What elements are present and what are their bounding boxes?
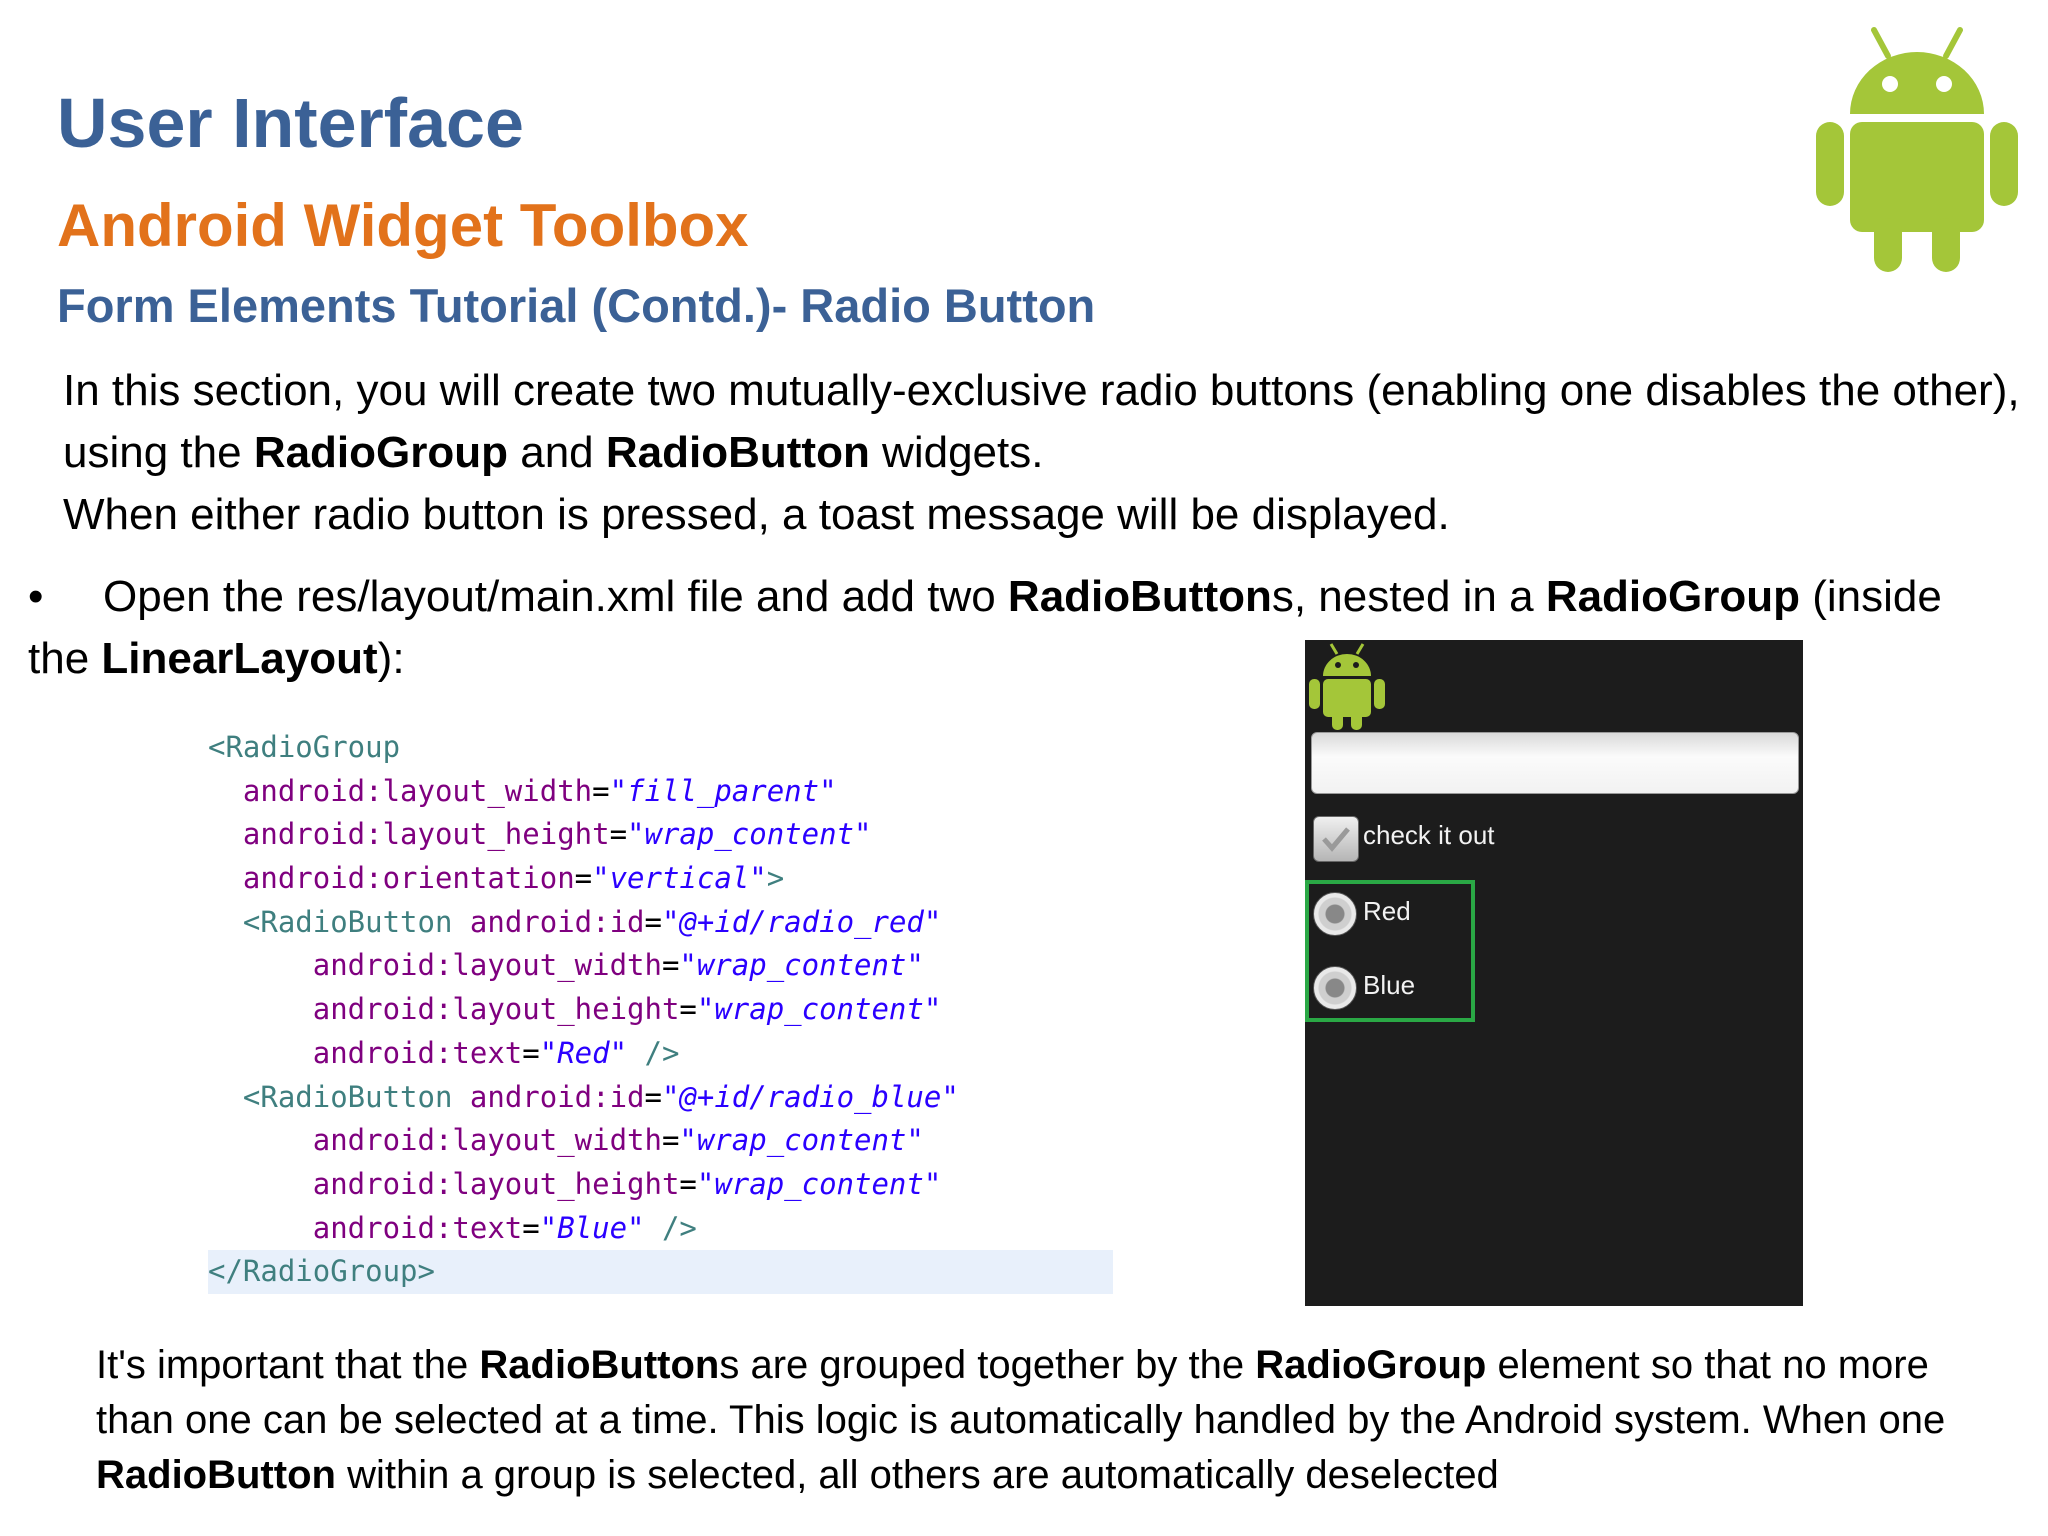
- code-tag: <RadioButton: [208, 904, 453, 939]
- code-attr: android:text: [208, 1035, 523, 1070]
- bullet-bold-linearlayout: LinearLayout: [101, 634, 378, 683]
- code-line: android:layout_width="fill_parent": [208, 770, 1118, 814]
- code-value: "Red": [539, 1035, 628, 1070]
- page-title: User Interface: [57, 84, 524, 162]
- code-attr: android:layout_height: [208, 817, 610, 852]
- code-line: <RadioButton android:id="@+id/radio_red": [208, 901, 1118, 945]
- android-robot-icon: [1816, 27, 2018, 272]
- text-input-field[interactable]: [1311, 732, 1799, 794]
- footer-text-e: within a group is selected, all others a…: [335, 1453, 1499, 1497]
- code-eq: =: [644, 1079, 662, 1114]
- code-value: "@+id/radio_blue": [661, 1079, 959, 1114]
- code-line: android:orientation="vertical">: [208, 857, 1118, 901]
- code-eq: =: [522, 1210, 540, 1245]
- android-app-icon: [1309, 643, 1385, 730]
- code-value: "vertical": [592, 861, 767, 896]
- code-line: <RadioGroup: [208, 726, 1118, 770]
- code-attr: android:id: [452, 1079, 645, 1114]
- code-eq: =: [644, 904, 662, 939]
- intro-text: In this section, you will create two mut…: [63, 360, 2043, 546]
- intro-bold-radiogroup: RadioGroup: [253, 428, 509, 477]
- code-eq: =: [679, 1166, 697, 1201]
- footer-text: It's important that the RadioButtons are…: [96, 1338, 1996, 1503]
- footer-bold-radiogroup: RadioGroup: [1255, 1343, 1487, 1387]
- intro-paragraph: In this section, you will create two mut…: [63, 360, 2043, 484]
- xml-code-block: <RadioGroup android:layout_width="fill_p…: [208, 726, 1118, 1294]
- code-attr: android:layout_height: [208, 1166, 680, 1201]
- check-icon: [1322, 827, 1350, 852]
- code-value: "Blue": [539, 1210, 645, 1245]
- page-subtitle: Android Widget Toolbox: [57, 192, 749, 259]
- code-line: android:layout_height="wrap_content": [208, 988, 1118, 1032]
- intro-bold-radiobutton: RadioButton: [605, 428, 870, 477]
- phone-screenshot: check it out Red Blue: [1305, 640, 1803, 1306]
- code-attr: android:id: [452, 904, 645, 939]
- code-tag: </RadioGroup>: [208, 1254, 435, 1289]
- intro-text-c: and: [508, 428, 606, 477]
- code-value: "wrap_content": [696, 992, 942, 1027]
- bullet-symbol: •: [28, 572, 44, 621]
- radio-button-blue[interactable]: [1313, 966, 1357, 1010]
- radio-label-red: Red: [1363, 896, 1411, 926]
- code-eq: =: [592, 773, 610, 808]
- code-tag: <RadioButton: [208, 1079, 453, 1114]
- code-value: "@+id/radio_red": [661, 904, 942, 939]
- code-attr: android:layout_width: [208, 1123, 662, 1158]
- code-eq: =: [522, 1035, 540, 1070]
- code-value: "fill_parent": [609, 773, 837, 808]
- footer-text-a: It's important that the: [96, 1343, 480, 1387]
- intro-text-d: widgets.: [869, 428, 1044, 477]
- bullet-text-a: Open the res/layout/main.xml file and ad…: [103, 572, 1008, 621]
- code-eq: =: [679, 992, 697, 1027]
- code-tag: >: [766, 861, 785, 896]
- code-attr: android:layout_width: [208, 948, 662, 983]
- code-line: <RadioButton android:id="@+id/radio_blue…: [208, 1076, 1118, 1120]
- code-tag: />: [627, 1035, 680, 1070]
- checkbox-label: check it out: [1363, 820, 1495, 850]
- code-eq: =: [661, 1123, 680, 1158]
- bullet-text-c: s, nested in a: [1271, 572, 1546, 621]
- checkbox[interactable]: [1313, 816, 1359, 862]
- intro-line2: When either radio button is pressed, a t…: [63, 490, 1450, 539]
- code-attr: android:orientation: [208, 861, 575, 896]
- code-line: android:layout_width="wrap_content": [208, 944, 1118, 988]
- code-line: android:layout_width="wrap_content": [208, 1119, 1118, 1163]
- bullet-text-e: ):: [377, 634, 405, 683]
- code-value: "wrap_content": [679, 1123, 924, 1158]
- code-attr: android:layout_height: [208, 992, 680, 1027]
- bullet-bold-radiogroup: RadioGroup: [1545, 572, 1801, 621]
- code-value: "wrap_content": [679, 948, 924, 983]
- code-eq: =: [574, 861, 593, 896]
- code-line: android:layout_height="wrap_content": [208, 813, 1118, 857]
- code-line: android:text="Red" />: [208, 1032, 1118, 1076]
- footer-bold-radiobutton-2: RadioButton: [96, 1453, 336, 1497]
- code-line: android:layout_height="wrap_content": [208, 1163, 1118, 1207]
- section-heading: Form Elements Tutorial (Contd.)- Radio B…: [57, 279, 1096, 332]
- radio-label-blue: Blue: [1363, 970, 1416, 1000]
- code-value: "wrap_content": [627, 817, 872, 852]
- code-eq: =: [661, 948, 680, 983]
- radio-button-red[interactable]: [1313, 892, 1357, 936]
- code-attr: android:text: [208, 1210, 523, 1245]
- code-line-highlighted: </RadioGroup>: [208, 1250, 1113, 1294]
- code-attr: android:layout_width: [208, 773, 593, 808]
- footer-paragraph: It's important that the RadioButtons are…: [96, 1338, 1996, 1503]
- code-eq: =: [609, 817, 628, 852]
- code-line: android:text="Blue" />: [208, 1207, 1118, 1251]
- bullet-bold-radiobutton: RadioButton: [1007, 572, 1272, 621]
- footer-bold-radiobutton: RadioButton: [479, 1343, 720, 1387]
- footer-text-c: s are grouped together by the: [719, 1343, 1256, 1387]
- code-value: "wrap_content": [696, 1166, 942, 1201]
- code-tag: <RadioGroup: [208, 730, 401, 764]
- code-tag: />: [644, 1210, 697, 1245]
